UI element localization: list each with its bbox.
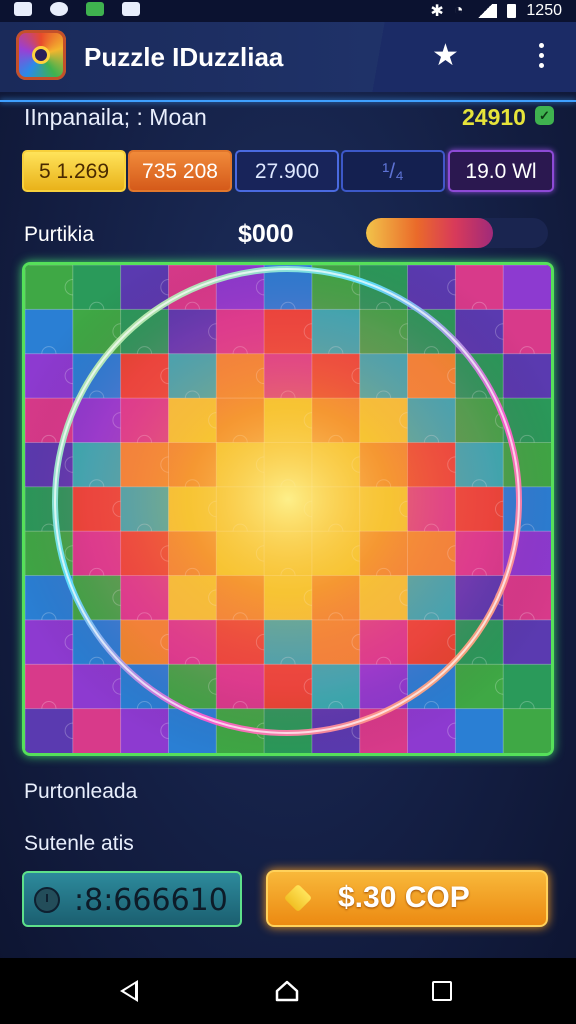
message-icon bbox=[50, 2, 68, 16]
clock-icon bbox=[34, 887, 60, 913]
back-icon[interactable] bbox=[120, 980, 138, 1002]
battery-icon bbox=[507, 4, 517, 18]
puzzle-board-canvas[interactable] bbox=[25, 265, 551, 753]
gem-icon bbox=[283, 883, 313, 913]
progress-money: $000 bbox=[238, 220, 294, 248]
status-time: 1250 bbox=[526, 2, 562, 19]
download-icon bbox=[122, 2, 140, 16]
favorite-star-icon[interactable]: ★ bbox=[432, 39, 459, 73]
buy-button[interactable]: $.30 COP bbox=[266, 870, 548, 927]
stat-chip-5[interactable]: 19.0 Wl bbox=[448, 150, 554, 192]
progress-bar-fill bbox=[366, 218, 494, 248]
timer-button[interactable]: :8:666610 bbox=[22, 871, 242, 927]
progress-bar bbox=[366, 218, 548, 248]
status-bar: ✱ ◔ 1250 bbox=[0, 0, 576, 22]
home-icon[interactable] bbox=[275, 980, 299, 1002]
app-logo-icon bbox=[16, 30, 66, 80]
score-check-icon: ✓ bbox=[535, 106, 554, 125]
app-header: Puzzle IDuzzliaa ★ bbox=[0, 22, 576, 92]
buy-label: $.30 COP bbox=[338, 881, 470, 914]
bluetooth-icon: ✱ bbox=[430, 3, 444, 20]
board-glow bbox=[25, 265, 551, 753]
stat-chip-1[interactable]: 5 1.269 bbox=[22, 150, 126, 192]
section-heading-a: Purtonleada bbox=[24, 780, 138, 803]
recent-apps-icon[interactable] bbox=[432, 981, 452, 1001]
stat-chip-2[interactable]: 735 208 bbox=[128, 150, 232, 192]
app-notification-icon bbox=[86, 2, 104, 16]
app-title: Puzzle IDuzzliaa bbox=[84, 42, 284, 72]
stat-chips: 5 1.269 735 208 27.900 ¹/₄ 19.0 Wl bbox=[22, 150, 554, 194]
progress-label: Purtikia bbox=[24, 223, 95, 246]
stat-chip-3[interactable]: 27.900 bbox=[235, 150, 339, 192]
stat-chip-4[interactable]: ¹/₄ bbox=[341, 150, 445, 192]
wifi-icon: ◔ bbox=[453, 2, 464, 19]
timer-value: :8:666610 bbox=[74, 883, 228, 918]
player-score: 24910 bbox=[462, 104, 526, 130]
player-name: IInpanaila; : Moan bbox=[24, 104, 207, 130]
overflow-menu-icon[interactable] bbox=[530, 40, 552, 74]
puzzle-board[interactable] bbox=[22, 262, 554, 756]
signal-icon bbox=[473, 4, 498, 18]
section-heading-b: Sutenle atis bbox=[24, 832, 134, 855]
notification-icon bbox=[14, 2, 32, 16]
